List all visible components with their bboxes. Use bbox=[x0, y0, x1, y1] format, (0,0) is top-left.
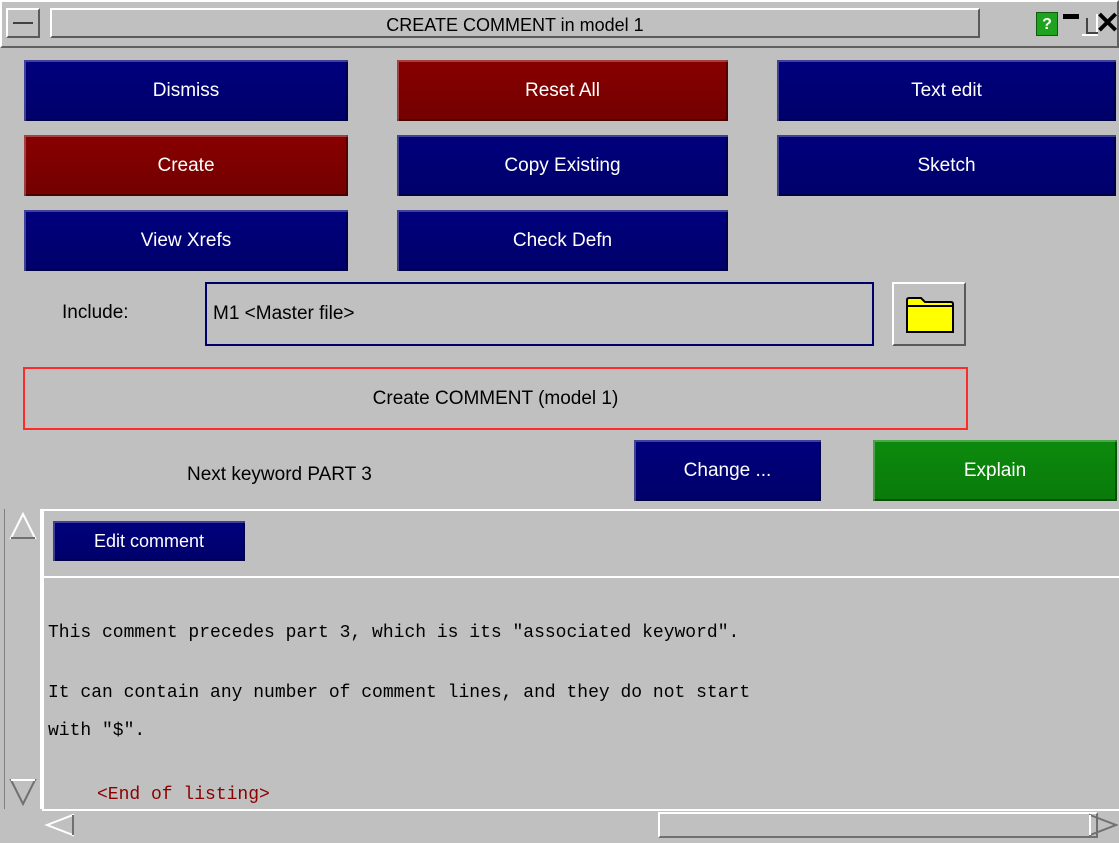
change-button[interactable]: Change ... bbox=[634, 440, 821, 501]
window-title: CREATE COMMENT in model 1 bbox=[50, 8, 980, 38]
dismiss-button[interactable]: Dismiss bbox=[24, 60, 348, 121]
scroll-left-arrow-icon[interactable] bbox=[44, 812, 76, 838]
reset-all-button[interactable]: Reset All bbox=[397, 60, 728, 121]
include-field[interactable]: M1 <Master file> bbox=[205, 282, 874, 346]
divider bbox=[44, 576, 1119, 578]
copy-existing-button[interactable]: Copy Existing bbox=[397, 135, 728, 196]
edit-comment-button[interactable]: Edit comment bbox=[53, 521, 245, 561]
folder-icon bbox=[906, 297, 954, 333]
explain-button[interactable]: Explain bbox=[873, 440, 1117, 501]
listing-line: with "$". bbox=[48, 721, 146, 741]
minimize-icon[interactable] bbox=[1063, 12, 1079, 36]
create-comment-banner: Create COMMENT (model 1) bbox=[23, 367, 968, 430]
listing-line: This comment precedes part 3, which is i… bbox=[48, 623, 740, 643]
window-menu-icon[interactable] bbox=[6, 8, 40, 38]
text-edit-button[interactable]: Text edit bbox=[777, 60, 1116, 121]
close-icon[interactable]: ✕ bbox=[1095, 9, 1119, 39]
create-button[interactable]: Create bbox=[24, 135, 348, 196]
help-icon[interactable]: ? bbox=[1036, 12, 1058, 36]
scroll-down-arrow-icon[interactable] bbox=[9, 777, 37, 807]
end-of-listing-marker: <End of listing> bbox=[97, 785, 270, 805]
view-xrefs-button[interactable]: View Xrefs bbox=[24, 210, 348, 271]
listing-line: It can contain any number of comment lin… bbox=[48, 683, 751, 703]
horizontal-scroll-thumb[interactable] bbox=[658, 812, 1098, 838]
scroll-right-arrow-icon[interactable] bbox=[1087, 812, 1119, 838]
browse-include-button[interactable] bbox=[892, 282, 966, 346]
include-label: Include: bbox=[62, 302, 129, 323]
sketch-button[interactable]: Sketch bbox=[777, 135, 1116, 196]
scroll-up-arrow-icon[interactable] bbox=[9, 511, 37, 541]
vertical-scrollbar[interactable] bbox=[4, 509, 42, 809]
next-keyword-label: Next keyword PART 3 bbox=[187, 464, 372, 485]
check-defn-button[interactable]: Check Defn bbox=[397, 210, 728, 271]
